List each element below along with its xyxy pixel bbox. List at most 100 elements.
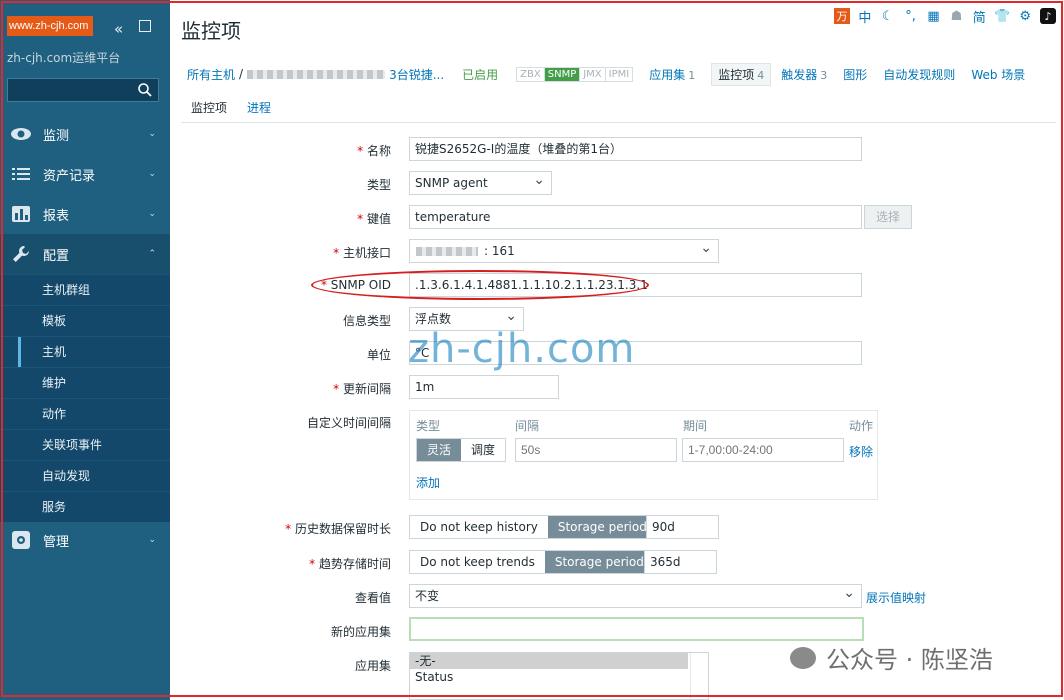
menu-inventory[interactable]: 资产记录 ⌄	[0, 154, 170, 194]
new-application-field[interactable]	[409, 617, 864, 641]
tool-icon[interactable]: 万	[834, 8, 850, 24]
menu-monitoring[interactable]: 监测 ⌄	[0, 114, 170, 154]
status-enabled[interactable]: 已启用	[462, 66, 498, 83]
sidebar-search	[7, 78, 159, 102]
tiktok-icon[interactable]: ♪	[1040, 8, 1057, 24]
menu-administration[interactable]: 管理 ⌄	[0, 520, 170, 560]
valuemap-select[interactable]: 不变	[409, 582, 862, 608]
browser-toolbar: 万 中 ☾ °, ▦ ☗ 简 👕 ⚙ ♪	[834, 5, 1057, 27]
logo[interactable]: www.zh-cjh.com	[7, 16, 93, 36]
trends-period-field[interactable]: 365d	[644, 550, 717, 574]
search-input[interactable]	[8, 79, 158, 101]
custom-interval-input[interactable]	[515, 438, 677, 462]
header-action: 动作	[849, 419, 874, 433]
breadcrumb-all-hosts[interactable]: 所有主机	[187, 66, 235, 83]
trends-toggle: Do not keep trends Storage period	[409, 550, 655, 574]
item-form: * 名称 锐捷S2652G-I的温度（堆叠的第1台） 类型 SNMP agent…	[181, 123, 1056, 700]
submenu-actions[interactable]: 动作	[0, 398, 170, 429]
units-field[interactable]: °C	[409, 341, 862, 365]
badge-ipmi: IPMI	[608, 68, 630, 80]
snmp-oid-field[interactable]: .1.3.6.1.4.1.4881.1.1.10.2.1.1.23.1.3.1	[409, 273, 862, 297]
trends-do-not-keep[interactable]: Do not keep trends	[410, 551, 545, 573]
configuration-submenu: 主机群组 模板 主机 维护 动作 关联项事件 自动发现 服务	[0, 274, 170, 522]
mode-flexible[interactable]: 灵活	[417, 439, 462, 461]
select-key-button[interactable]: 选择	[864, 205, 912, 229]
menu-configuration[interactable]: 配置 ⌃	[0, 234, 170, 274]
trends-storage-period[interactable]: Storage period	[544, 551, 654, 573]
show-value-mappings-link[interactable]: 展示值映射	[866, 589, 926, 606]
history-toggle: Do not keep history Storage period	[409, 515, 658, 539]
menu-label: 管理	[43, 534, 70, 550]
subtab-preprocessing[interactable]: 进程	[237, 96, 281, 124]
keyboard-icon[interactable]: ▦	[926, 8, 942, 24]
interface-select[interactable]: : 161	[409, 237, 719, 263]
key-label: * 键值	[357, 212, 391, 226]
update-interval-label: * 更新间隔	[333, 382, 391, 396]
tab-triggers[interactable]: 触发器 3	[781, 66, 827, 83]
remove-interval-link[interactable]: 移除	[849, 443, 873, 460]
tab-applications[interactable]: 应用集 1	[649, 66, 695, 83]
punctuation-icon[interactable]: °,	[903, 8, 919, 24]
availability-badges: ZBX SNMP JMX IPMI	[516, 66, 634, 82]
chevron-up-icon: ⌃	[148, 249, 156, 259]
name-field[interactable]: 锐捷S2652G-I的温度（堆叠的第1台）	[409, 137, 862, 161]
update-interval-field[interactable]: 1m	[409, 375, 559, 399]
valuemap-label: 查看值	[354, 591, 391, 605]
trends-label: * 趋势存储时间	[309, 557, 391, 571]
listbox-scrollbar[interactable]	[690, 653, 708, 699]
info-type-select[interactable]: 浮点数	[409, 305, 524, 331]
history-do-not-keep[interactable]: Do not keep history	[410, 516, 548, 538]
submenu-templates[interactable]: 模板	[0, 305, 170, 336]
custom-intervals-table: 类型 间隔 期间 动作 灵活 调度 移除 添加	[409, 410, 878, 500]
tool-icon[interactable]: 简	[971, 8, 987, 26]
breadcrumb-host[interactable]: 3台锐捷...	[389, 66, 444, 83]
badge-jmx: JMX	[580, 67, 606, 81]
chevron-down-icon: ⌄	[148, 535, 156, 545]
submenu-services[interactable]: 服务	[0, 491, 170, 522]
name-label: * 名称	[357, 144, 391, 158]
search-icon[interactable]	[137, 82, 153, 98]
subtab-item[interactable]: 监控项	[181, 96, 238, 124]
menu-label: 报表	[43, 208, 70, 224]
user-icon[interactable]: ☗	[948, 8, 964, 24]
menu-reports[interactable]: 报表 ⌄	[0, 194, 170, 234]
submenu-host-groups[interactable]: 主机群组	[0, 274, 170, 305]
shirt-icon[interactable]: 👕	[994, 8, 1010, 24]
sidebar: www.zh-cjh.com « zh-cjh.com运维平台 监测 ⌄ 资产记…	[0, 0, 170, 700]
page-title: 监控项	[181, 19, 241, 43]
tab-discovery-rules[interactable]: 自动发现规则	[883, 66, 955, 83]
history-storage-period[interactable]: Storage period	[547, 516, 657, 538]
gear-icon[interactable]: ⚙	[1017, 8, 1033, 24]
kiosk-mode-icon[interactable]	[139, 20, 151, 32]
collapse-sidebar-icon[interactable]: «	[114, 20, 123, 38]
application-option[interactable]: Status	[410, 669, 708, 685]
tab-web-scenarios[interactable]: Web 场景	[971, 66, 1025, 83]
eye-icon	[10, 125, 32, 143]
mode-scheduling[interactable]: 调度	[461, 439, 505, 461]
units-label: 单位	[366, 348, 391, 362]
tab-graphs[interactable]: 图形	[843, 66, 867, 83]
host-navigation: 所有主机 / 3台锐捷... 已启用 ZBX SNMP JMX IPMI 应用集…	[176, 60, 1056, 88]
type-select[interactable]: SNMP agent	[409, 169, 552, 195]
tool-icon[interactable]: 中	[857, 8, 873, 26]
key-field[interactable]: temperature	[409, 205, 862, 229]
add-interval-link[interactable]: 添加	[416, 474, 440, 491]
submenu-discovery[interactable]: 自动发现	[0, 460, 170, 491]
wrench-icon	[10, 245, 32, 263]
blurred-host-name	[247, 69, 386, 79]
moon-icon[interactable]: ☾	[880, 8, 896, 24]
application-option[interactable]: -无-	[410, 653, 688, 669]
custom-period-input[interactable]	[682, 438, 844, 462]
bar-chart-icon	[10, 205, 32, 223]
submenu-maintenance[interactable]: 维护	[0, 367, 170, 398]
submenu-hosts[interactable]: 主机	[0, 336, 170, 368]
header-type: 类型	[416, 419, 441, 433]
applications-list[interactable]: -无- Status	[409, 652, 709, 700]
badge-snmp: SNMP	[544, 67, 581, 81]
tab-items[interactable]: 监控项 4	[711, 62, 772, 86]
history-period-field[interactable]: 90d	[646, 515, 719, 539]
info-type-label: 信息类型	[342, 314, 391, 328]
submenu-event-correlation[interactable]: 关联项事件	[0, 429, 170, 460]
applications-label: 应用集	[354, 659, 391, 673]
list-icon	[10, 165, 32, 183]
